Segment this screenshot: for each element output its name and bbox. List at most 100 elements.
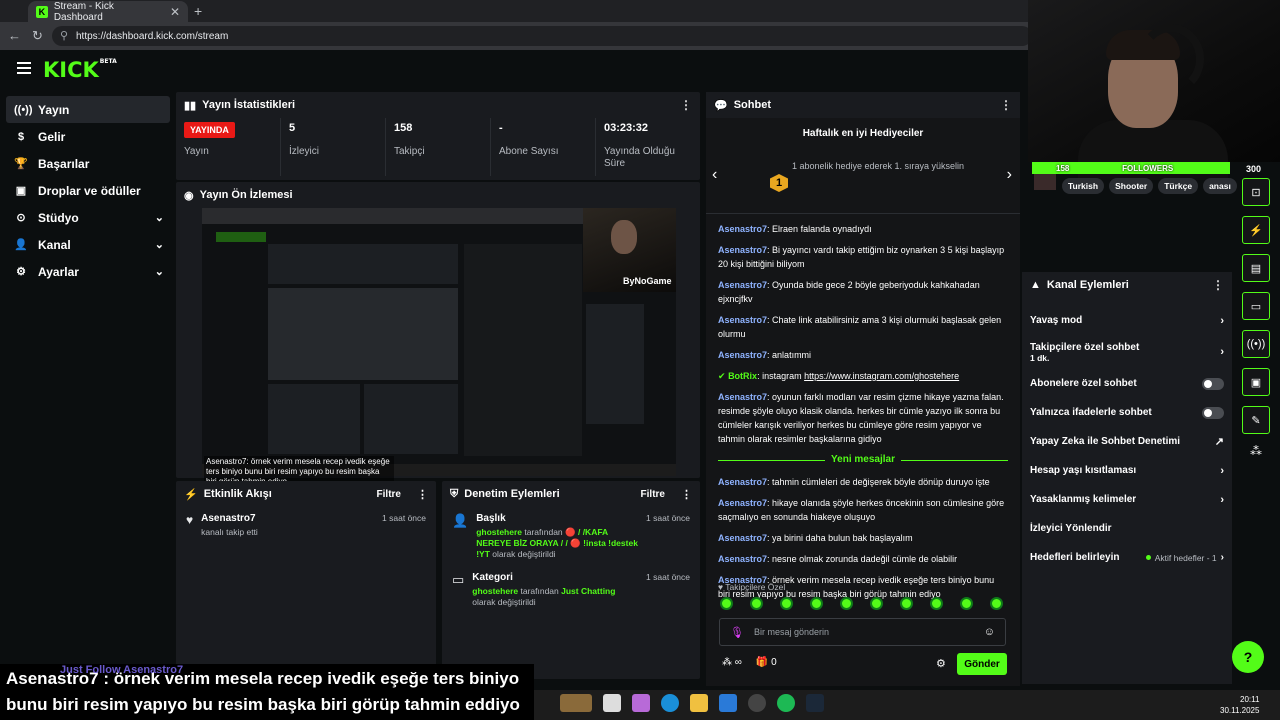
chat-user[interactable]: Asenastro7 bbox=[718, 392, 767, 402]
chrome-icon[interactable] bbox=[748, 694, 766, 712]
reload-icon[interactable]: ↻ bbox=[32, 28, 43, 44]
sidebar-item-ayarlar[interactable]: ⚙ Ayarlar ⌄ bbox=[6, 258, 170, 285]
explorer-icon[interactable] bbox=[603, 694, 621, 712]
sidebar: ((•)) Yayın $ Gelir 🏆 Başarılar ▣ Droplar ve… bbox=[6, 96, 170, 285]
emote-icon[interactable] bbox=[840, 597, 853, 610]
emote-icon[interactable] bbox=[720, 597, 733, 610]
chat-user[interactable]: Asenastro7 bbox=[718, 280, 767, 290]
chat-user[interactable]: Asenastro7 bbox=[718, 350, 767, 360]
action-goals[interactable]: Hedefleri belirleyin Aktif hedefler - 1 › bbox=[1022, 543, 1232, 572]
kick-logo[interactable]: KICKBETA bbox=[43, 58, 117, 82]
emote-icon[interactable] bbox=[780, 597, 793, 610]
spotify-icon[interactable] bbox=[777, 694, 795, 712]
tag-pill[interactable]: anası bbox=[1203, 178, 1237, 194]
taskbar-clock: 20:11 30.11.2025 bbox=[1220, 694, 1259, 716]
sidebar-item-studyo[interactable]: ⊙ Stüdyo ⌄ bbox=[6, 204, 170, 231]
quick-actions-rail: ⊡ ⚡ ▤ ▭ ((•)) ▣ ✎ ⁂ bbox=[1238, 178, 1274, 458]
tag-pill[interactable]: Türkçe bbox=[1158, 178, 1199, 194]
address-bar[interactable]: https://dashboard.kick.com/stream bbox=[52, 26, 1032, 46]
mail-icon[interactable] bbox=[719, 694, 737, 712]
action-emote-chat[interactable]: Yalnızca ifadelerle sohbet bbox=[1022, 398, 1232, 427]
emote-icon[interactable] bbox=[990, 597, 1003, 610]
tag-pill[interactable]: Shooter bbox=[1109, 178, 1154, 194]
rank-badge: 1 bbox=[770, 174, 788, 192]
emote-icon[interactable] bbox=[900, 597, 913, 610]
chat-icon[interactable]: ▭ bbox=[1242, 292, 1270, 320]
folder-icon[interactable] bbox=[690, 694, 708, 712]
eye-icon: ◉ bbox=[184, 189, 194, 202]
more-icon[interactable]: ⋮ bbox=[681, 488, 692, 501]
edge-icon[interactable] bbox=[661, 694, 679, 712]
filter-button[interactable]: Filtre bbox=[641, 489, 665, 500]
chat-user[interactable]: Asenastro7 bbox=[718, 533, 767, 543]
chat-user[interactable]: Asenastro7 bbox=[718, 245, 767, 255]
new-tab-button[interactable]: + bbox=[194, 3, 202, 19]
chat-user[interactable]: Asenastro7 bbox=[718, 554, 767, 564]
copilot-icon[interactable] bbox=[632, 694, 650, 712]
notes-icon[interactable]: ▤ bbox=[1242, 254, 1270, 282]
sidebar-item-gelir[interactable]: $ Gelir bbox=[6, 123, 170, 150]
action-followers-chat[interactable]: Takipçilere özel sohbet 1 dk. › bbox=[1022, 335, 1232, 369]
chat-user[interactable]: Asenastro7 bbox=[718, 477, 767, 487]
sidebar-item-kanal[interactable]: 👤 Kanal ⌄ bbox=[6, 231, 170, 258]
menu-icon[interactable] bbox=[17, 62, 31, 74]
sidebar-item-basarilar[interactable]: 🏆 Başarılar bbox=[6, 150, 170, 177]
chat-user[interactable]: Asenastro7 bbox=[718, 315, 767, 325]
printer-icon[interactable]: ▣ bbox=[1242, 368, 1270, 396]
broadcast-icon[interactable]: ((•)) bbox=[1242, 330, 1270, 358]
send-button[interactable]: Gönder bbox=[957, 653, 1007, 675]
wrench-icon[interactable]: ✎ bbox=[1242, 406, 1270, 434]
emote-icon[interactable] bbox=[870, 597, 883, 610]
followers-only-label: ♥ Takipçilere Özel bbox=[718, 582, 786, 592]
browser-tab[interactable]: K Stream - Kick Dashboard ✕ bbox=[28, 1, 188, 23]
action-raid[interactable]: İzleyici Yönlendir bbox=[1022, 514, 1232, 543]
chat-input[interactable]: 🎙 Bir mesaj gönderin ☺ bbox=[719, 618, 1006, 646]
steam-icon[interactable] bbox=[806, 694, 824, 712]
close-tab-icon[interactable]: ✕ bbox=[170, 5, 180, 19]
action-ai-moderation[interactable]: Yapay Zeka ile Sohbet Denetimi ↗ bbox=[1022, 427, 1232, 456]
action-banned-words[interactable]: Yasaklanmış kelimeler › bbox=[1022, 485, 1232, 514]
emote-icon[interactable] bbox=[810, 597, 823, 610]
more-icon[interactable]: ⋮ bbox=[1212, 278, 1224, 292]
chat-user[interactable]: BotRix bbox=[728, 371, 757, 381]
more-icon[interactable]: ⋮ bbox=[1000, 98, 1012, 112]
chevron-right-icon[interactable]: › bbox=[1007, 166, 1012, 184]
emoji-icon[interactable]: ☺ bbox=[984, 626, 995, 638]
back-icon[interactable]: ← bbox=[8, 28, 21, 43]
mic-icon[interactable]: 🎙 bbox=[730, 626, 744, 639]
emote-icon[interactable] bbox=[750, 597, 763, 610]
new-messages-divider[interactable]: Yeni mesajlar bbox=[718, 453, 1008, 467]
bolt-icon[interactable]: ⚡ bbox=[1242, 216, 1270, 244]
toggle-switch[interactable] bbox=[1202, 406, 1224, 419]
more-icon[interactable]: ⋮ bbox=[417, 488, 428, 501]
filter-button[interactable]: Filtre bbox=[377, 489, 401, 500]
stats-icon: ▮▮ bbox=[184, 99, 197, 112]
action-slow-mode[interactable]: Yavaş mod › bbox=[1022, 306, 1232, 335]
user-icon: 👤 bbox=[14, 239, 28, 251]
chevron-left-icon[interactable]: ‹ bbox=[712, 166, 717, 184]
clip-icon[interactable]: ⊡ bbox=[1242, 178, 1270, 206]
chat-user[interactable]: Asenastro7 bbox=[718, 498, 767, 508]
chat-link[interactable]: https://www.instagram.com/ghostehere bbox=[804, 371, 959, 381]
action-label: Yavaş mod bbox=[1030, 315, 1083, 326]
emote-icon[interactable] bbox=[930, 597, 943, 610]
points-button[interactable]: ⁂ ∞ bbox=[722, 657, 742, 668]
sidebar-item-droplar[interactable]: ▣ Droplar ve ödüller bbox=[6, 177, 170, 204]
gift-button[interactable]: 🎁 0 bbox=[756, 657, 777, 668]
emote-icon[interactable] bbox=[960, 597, 973, 610]
toggle-switch[interactable] bbox=[1202, 377, 1224, 390]
more-icon[interactable]: ⋮ bbox=[680, 98, 692, 112]
action-subs-chat[interactable]: Abonelere özel sohbet bbox=[1022, 369, 1232, 398]
panel-title: Etkinlik Akışı bbox=[203, 488, 272, 500]
apps-icon[interactable]: ⁂ bbox=[1238, 444, 1274, 458]
panel-title: Kanal Eylemleri bbox=[1046, 279, 1129, 291]
chat-user[interactable]: Asenastro7 bbox=[718, 224, 767, 234]
chat-settings-icon[interactable]: ⚙ bbox=[936, 657, 946, 670]
stat-live: YAYINDA Yayın bbox=[176, 118, 281, 176]
sidebar-item-yayin[interactable]: ((•)) Yayın bbox=[6, 96, 170, 123]
widget-icon[interactable] bbox=[560, 694, 592, 712]
tag-pill[interactable]: Turkish bbox=[1062, 178, 1105, 194]
action-account-age[interactable]: Hesap yaşı kısıtlaması › bbox=[1022, 456, 1232, 485]
panel-header: ▮▮ Yayın İstatistikleri ⋮ bbox=[176, 92, 700, 118]
help-button[interactable]: ? bbox=[1232, 641, 1264, 673]
